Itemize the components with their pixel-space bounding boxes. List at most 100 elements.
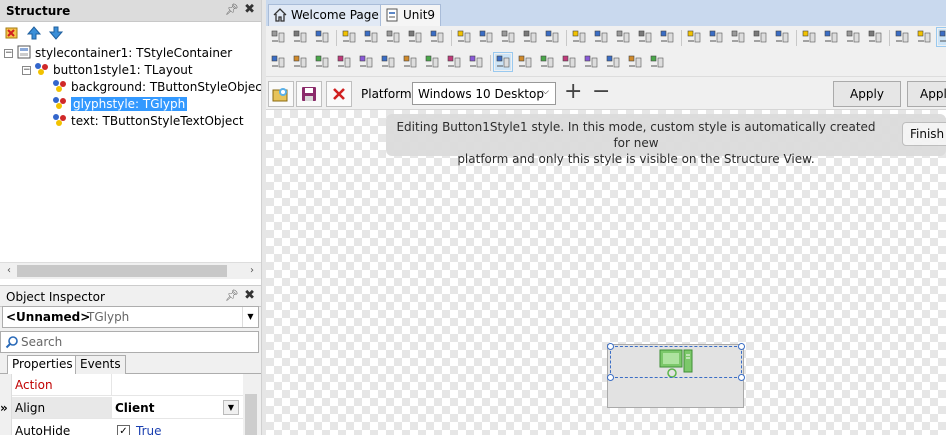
component-tool-16-icon[interactable] — [605, 54, 621, 70]
apply-and-close-button[interactable]: Apply — [907, 81, 946, 107]
collapse-toggle[interactable]: − — [22, 66, 31, 75]
align-tool-3-icon[interactable] — [314, 29, 330, 45]
scrollbar-thumb[interactable] — [17, 265, 227, 277]
component-tool-12-icon[interactable] — [517, 54, 533, 70]
resize-handle[interactable] — [607, 374, 614, 381]
remove-platform-icon[interactable]: − — [592, 80, 610, 104]
arrow-up-icon[interactable] — [26, 25, 42, 41]
component-tool-9-icon[interactable] — [446, 54, 462, 70]
align-tool-7-icon[interactable] — [407, 29, 423, 45]
align-tool-21-icon[interactable] — [730, 29, 746, 45]
structure-horizontal-scrollbar[interactable]: ‹ › — [0, 262, 261, 279]
property-gutter: » — [0, 374, 12, 435]
pin-icon[interactable]: 📌︎ — [225, 289, 239, 302]
chevron-down-icon[interactable]: ▼ — [242, 307, 258, 327]
align-tool-30-icon[interactable] — [936, 27, 946, 47]
align-tool-18-icon[interactable] — [659, 29, 675, 45]
resize-handle[interactable] — [607, 343, 614, 350]
collapse-toggle[interactable]: − — [4, 49, 13, 58]
align-tool-17-icon[interactable] — [637, 29, 653, 45]
component-tool-13-icon[interactable] — [539, 54, 555, 70]
property-search-input[interactable]: Search — [0, 331, 259, 353]
align-tool-11-icon[interactable] — [500, 29, 516, 45]
component-tool-5-icon[interactable] — [358, 54, 374, 70]
align-tool-23-icon[interactable] — [774, 29, 790, 45]
component-tool-11-icon[interactable] — [493, 52, 513, 72]
tab-properties[interactable]: Properties — [7, 355, 78, 375]
structure-title-bar: Structure 📌︎ ✖ — [0, 0, 261, 22]
apply-button[interactable]: Apply — [833, 81, 901, 107]
arrow-down-icon[interactable] — [48, 25, 64, 41]
align-tool-10-icon[interactable] — [478, 29, 494, 45]
component-tool-15-icon[interactable] — [583, 54, 599, 70]
component-selector[interactable]: <Unnamed> TGlyph ▼ — [2, 306, 259, 328]
align-tool-28-icon[interactable] — [894, 29, 910, 45]
save-style-button[interactable] — [296, 81, 322, 107]
align-tool-29-icon[interactable] — [916, 29, 932, 45]
tree-item-button1style1[interactable]: button1style1: TLayout — [34, 62, 193, 79]
align-tool-16-icon[interactable] — [615, 29, 631, 45]
align-tool-26-icon[interactable] — [845, 29, 861, 45]
component-tool-3-icon[interactable] — [314, 54, 330, 70]
component-tool-17-icon[interactable] — [627, 54, 643, 70]
scroll-right-icon[interactable]: › — [245, 264, 259, 278]
tree-item-stylecontainer[interactable]: stylecontainer1: TStyleContainer — [16, 45, 232, 62]
tab-welcome-page[interactable]: Welcome Page — [268, 4, 385, 26]
scroll-left-icon[interactable]: ‹ — [2, 264, 16, 278]
tree-item-background[interactable]: background: TButtonStyleObject — [52, 79, 267, 96]
component-tool-6-icon[interactable] — [380, 54, 396, 70]
align-tool-20-icon[interactable] — [708, 29, 724, 45]
component-tool-2-icon[interactable] — [292, 54, 308, 70]
component-tool-8-icon[interactable] — [424, 54, 440, 70]
align-tool-15-icon[interactable] — [593, 29, 609, 45]
property-row[interactable]: AutoHide ✓ True — [12, 420, 243, 435]
selection-frame[interactable] — [607, 343, 745, 381]
resize-handle[interactable] — [738, 343, 745, 350]
resize-handle[interactable] — [738, 374, 745, 381]
add-platform-icon[interactable]: + — [564, 80, 582, 104]
style-object-icon — [53, 97, 66, 109]
tab-unit9[interactable]: Unit9 — [380, 4, 442, 26]
close-icon[interactable]: ✖ — [244, 288, 255, 303]
tree-item-text[interactable]: text: TButtonStyleTextObject — [52, 113, 244, 130]
inspector-vertical-scrollbar[interactable] — [243, 374, 259, 435]
tab-events[interactable]: Events — [75, 355, 126, 374]
checkbox[interactable]: ✓ — [117, 425, 130, 435]
align-tool-12-icon[interactable] — [522, 29, 538, 45]
platform-select[interactable]: Windows 10 Desktop ⌵ — [412, 82, 556, 105]
scrollbar-thumb[interactable] — [245, 394, 257, 435]
align-tool-13-icon[interactable] — [544, 29, 560, 45]
component-tool-1-icon[interactable] — [270, 54, 286, 70]
align-tool-22-icon[interactable] — [752, 29, 768, 45]
component-tool-7-icon[interactable] — [402, 54, 418, 70]
align-tool-5-icon[interactable] — [363, 29, 379, 45]
close-icon[interactable]: ✖ — [244, 2, 255, 17]
tree-item-glyphstyle[interactable]: glyphstyle: TGlyph — [52, 96, 188, 113]
chevron-down-icon[interactable]: ▼ — [223, 400, 239, 415]
component-tool-4-icon[interactable] — [336, 54, 352, 70]
property-row[interactable]: Align Client ▼ — [12, 397, 243, 419]
load-style-button[interactable] — [268, 81, 294, 107]
align-tool-8-icon[interactable] — [429, 29, 445, 45]
align-tool-19-icon[interactable] — [686, 29, 702, 45]
form-file-icon — [386, 8, 398, 22]
component-tool-14-icon[interactable] — [561, 54, 577, 70]
property-row[interactable]: Action — [12, 374, 243, 396]
align-tool-6-icon[interactable] — [385, 29, 401, 45]
align-tool-4-icon[interactable] — [341, 29, 357, 45]
align-tool-24-icon[interactable] — [801, 29, 817, 45]
pin-icon[interactable]: 📌︎ — [225, 3, 239, 16]
component-tool-18-icon[interactable] — [649, 54, 665, 70]
toolbar-separator — [336, 30, 337, 46]
delete-style-button[interactable] — [326, 81, 352, 107]
align-tool-2-icon[interactable] — [292, 29, 308, 45]
align-tool-27-icon[interactable] — [867, 29, 883, 45]
align-tool-1-icon[interactable] — [270, 29, 286, 45]
align-tool-14-icon[interactable] — [571, 29, 587, 45]
delete-component-icon[interactable] — [4, 25, 20, 41]
component-tool-10-icon[interactable] — [468, 54, 484, 70]
align-tool-25-icon[interactable] — [823, 29, 839, 45]
align-tool-9-icon[interactable] — [456, 29, 472, 45]
finish-button[interactable]: Finish — [902, 122, 946, 146]
structure-title: Structure — [6, 4, 71, 18]
